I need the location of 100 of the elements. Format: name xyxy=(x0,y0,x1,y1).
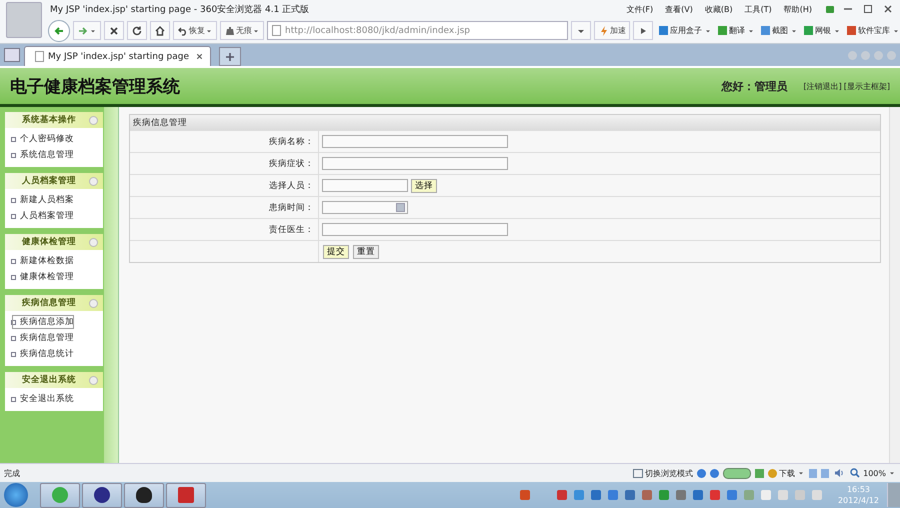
toolbar-button[interactable]: 软件宝库 xyxy=(847,25,900,36)
tray-icon[interactable] xyxy=(812,490,822,500)
submit-button[interactable]: 提交 xyxy=(323,244,349,258)
browser-tab[interactable]: My JSP 'index.jsp' starting page xyxy=(24,46,211,66)
status-text: 完成 xyxy=(4,468,20,478)
shirt-icon[interactable] xyxy=(826,6,834,12)
close-tab-icon[interactable] xyxy=(195,52,204,61)
page-icon xyxy=(35,51,44,62)
input-field[interactable] xyxy=(322,179,408,192)
browse-mode-button[interactable]: 切换浏览模式 xyxy=(633,468,694,478)
tray-icon[interactable] xyxy=(744,490,754,500)
date-field[interactable] xyxy=(322,201,408,214)
tray-icon[interactable] xyxy=(556,490,567,500)
tray-icon[interactable] xyxy=(794,490,805,500)
group-header[interactable]: 安全退出系统 xyxy=(5,372,103,388)
restore-button[interactable]: 恢复 xyxy=(173,21,217,40)
sidebar-link[interactable]: 疾病信息添加 xyxy=(11,314,75,330)
tray-icon[interactable] xyxy=(608,490,618,500)
tile-icon[interactable] xyxy=(755,468,764,478)
window-title: My JSP 'index.jsp' starting page - 360安全浏览器 4.1 正式版 xyxy=(50,4,310,16)
menu-item[interactable]: 工具(T) xyxy=(744,4,772,14)
download-button[interactable]: 下载 xyxy=(768,468,806,478)
stop-button[interactable] xyxy=(104,21,124,40)
tray-icon[interactable] xyxy=(658,490,669,500)
calendar-icon[interactable] xyxy=(396,203,405,212)
select-button[interactable]: 选择 xyxy=(411,178,437,192)
tray-icon[interactable] xyxy=(692,490,703,500)
toolbar-button[interactable]: 截图 xyxy=(761,25,798,36)
input-field[interactable] xyxy=(322,157,508,170)
start-button[interactable] xyxy=(4,483,28,507)
tray-icon[interactable] xyxy=(642,490,652,500)
sidebar-link[interactable]: 健康体检管理 xyxy=(11,269,103,285)
show-desktop-button[interactable] xyxy=(887,483,900,507)
page-icon[interactable] xyxy=(809,468,818,478)
new-tab-button[interactable] xyxy=(219,47,241,66)
window-icon[interactable] xyxy=(4,48,20,62)
arrow-icon xyxy=(77,24,89,36)
group-header[interactable]: 健康体检管理 xyxy=(5,234,103,250)
tray-icon[interactable] xyxy=(590,490,601,500)
magnifier-icon xyxy=(849,467,862,479)
toolbar-button[interactable]: 网银 xyxy=(804,25,841,36)
toolbar-button[interactable]: 翻译 xyxy=(718,25,755,36)
dropdown-button[interactable] xyxy=(571,21,591,40)
header-link[interactable]: [注销退出] xyxy=(804,80,842,92)
field-label: 责任医生： xyxy=(130,219,319,240)
close-button[interactable] xyxy=(882,3,894,15)
sidebar-link[interactable]: 新建体检数据 xyxy=(11,253,103,269)
tray-icon[interactable] xyxy=(726,490,737,500)
menu-item[interactable]: 帮助(H) xyxy=(784,4,812,14)
circle-icon[interactable] xyxy=(848,51,857,60)
menu-item[interactable]: 查看(V) xyxy=(665,4,693,14)
address-bar[interactable]: http://localhost:8080/jkd/admin/index.jsp xyxy=(267,21,568,40)
tray-icon[interactable] xyxy=(624,490,635,500)
sidebar-link[interactable]: 疾病信息统计 xyxy=(11,346,103,362)
maximize-icon xyxy=(862,3,874,15)
menu-item[interactable]: 文件(F) xyxy=(626,4,654,14)
sidebar-link[interactable]: 个人密码修改 xyxy=(11,131,103,147)
sidebar-link[interactable]: 人员档案管理 xyxy=(11,208,103,224)
scrollbar[interactable] xyxy=(889,107,900,463)
speedup-button[interactable]: 加速 xyxy=(594,21,630,40)
sidebar-link[interactable]: 疾病信息管理 xyxy=(11,330,103,346)
sidebar-link[interactable]: 系统信息管理 xyxy=(11,147,103,163)
back-button[interactable] xyxy=(48,20,70,42)
circle-icon[interactable] xyxy=(861,51,870,60)
close-icon xyxy=(108,24,120,36)
incognito-button[interactable]: 无痕 xyxy=(220,21,264,40)
taskbar-button[interactable] xyxy=(82,482,122,508)
play-button[interactable] xyxy=(633,21,653,40)
tray-icon[interactable] xyxy=(710,490,720,500)
home-button[interactable] xyxy=(150,21,170,40)
tray-icon[interactable] xyxy=(574,490,584,500)
tray-icon[interactable] xyxy=(520,490,530,500)
circle-icon[interactable] xyxy=(874,51,883,60)
tray-icon[interactable] xyxy=(676,490,686,500)
sidebar-splitter[interactable] xyxy=(104,107,119,463)
sidebar-link[interactable]: 新建人员档案 xyxy=(11,192,103,208)
toggle-icon[interactable] xyxy=(723,468,752,478)
tray-icon[interactable] xyxy=(778,490,788,500)
group-header[interactable]: 人员档案管理 xyxy=(5,173,103,189)
input-field[interactable] xyxy=(322,223,508,236)
input-field[interactable] xyxy=(322,135,508,148)
page-icon xyxy=(272,25,281,36)
field-label: 选择人员： xyxy=(130,175,319,196)
printer-icon[interactable] xyxy=(821,468,830,478)
maximize-button[interactable] xyxy=(862,3,874,15)
tray-icon[interactable] xyxy=(760,490,771,500)
group-header[interactable]: 疾病信息管理 xyxy=(5,295,103,311)
header-link[interactable]: [显示主框架] xyxy=(844,80,890,92)
refresh-icon xyxy=(131,24,143,36)
toolbar-button[interactable]: 应用盒子 xyxy=(659,25,712,36)
reset-button[interactable]: 重置 xyxy=(353,244,379,258)
speaker-icon[interactable] xyxy=(833,467,846,479)
taskbar-button[interactable] xyxy=(124,482,164,508)
sidebar-link[interactable]: 安全退出系统 xyxy=(11,391,103,407)
menu-item[interactable]: 收藏(B) xyxy=(704,4,733,14)
refresh-button[interactable] xyxy=(127,21,147,40)
circle-icon[interactable] xyxy=(887,51,896,60)
zoom-button[interactable]: 100% xyxy=(849,467,896,479)
group-header[interactable]: 系统基本操作 xyxy=(5,112,103,128)
arrow-icon xyxy=(53,24,65,36)
